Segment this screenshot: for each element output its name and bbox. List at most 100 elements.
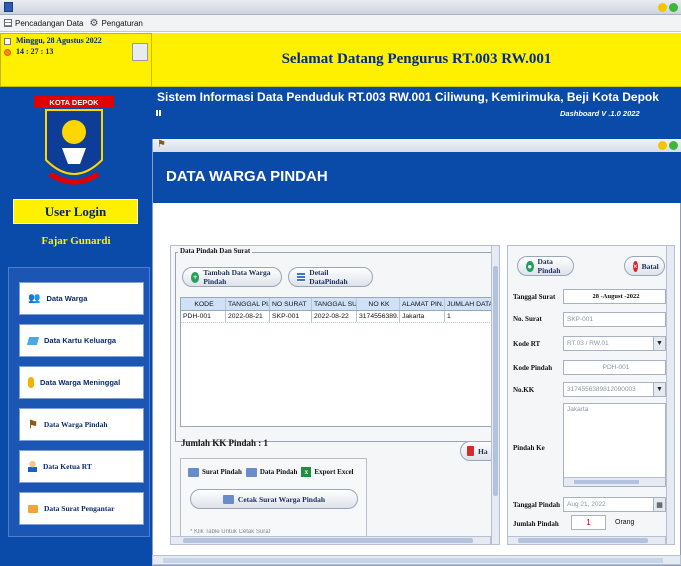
col-no-surat[interactable]: NO SURAT	[270, 298, 312, 310]
app-icon	[4, 2, 13, 12]
svg-text:KOTA DEPOK: KOTA DEPOK	[49, 98, 99, 107]
person-icon	[28, 377, 34, 388]
window-titlebar	[0, 0, 681, 15]
cell-no-surat: SKP-001	[270, 311, 312, 322]
label-tanggal-pindah: Tanggal Pindah	[513, 501, 561, 509]
nav-data-surat-pengantar[interactable]: Data Surat Pengantar	[19, 492, 144, 525]
tab-surat-pindah[interactable]: Surat Pindah	[188, 467, 242, 477]
cetak-surat-button[interactable]: Cetak Surat Warga Pindah	[190, 489, 358, 509]
col-tanggal-surat[interactable]: TANGGAL SU...	[312, 298, 357, 310]
gears-icon: ⚙	[89, 17, 99, 29]
clock-icon	[4, 49, 11, 56]
card-icon	[26, 336, 40, 345]
label-pindah-ke: Pindah Ke	[513, 444, 545, 452]
calendar-icon	[4, 38, 11, 45]
cell-kode: PDH-001	[181, 311, 226, 322]
add-pindah-button[interactable]: + Tambah Data Warga Pindah	[182, 267, 282, 287]
kode-rt-select[interactable]: RT.03 / RW.01 ▼	[563, 336, 666, 351]
tab-data-pindah[interactable]: Data Pindah	[245, 467, 297, 477]
menu-pencadangan[interactable]: Pencadangan Data	[4, 19, 84, 28]
plus-icon: +	[191, 271, 200, 283]
table-row[interactable]: PDH-001 2022-08-21 SKP-001 2022-08-22 31…	[181, 311, 492, 323]
textarea-hscroll[interactable]	[564, 477, 665, 486]
inner-maximize-button[interactable]	[669, 141, 678, 150]
count-label: Jumlah KK Pindah : 1	[181, 438, 269, 448]
city-logo: KOTA DEPOK	[10, 90, 138, 194]
printer-icon	[188, 467, 199, 477]
calendar-icon[interactable]: ▦	[653, 498, 665, 511]
left-horizontal-scrollbar[interactable]	[170, 536, 491, 545]
datetime-panel: Minggu, 28 Agustus 2022 14 : 27 : 13	[0, 33, 152, 87]
cell-tanggal-pindah: 2022-08-21	[226, 311, 270, 322]
col-tanggal-pindah[interactable]: TANGGAL PI...	[226, 298, 270, 310]
menu-pengaturan[interactable]: ⚙ Pengaturan	[90, 18, 143, 29]
col-kode[interactable]: KODE	[181, 298, 226, 310]
trash-icon	[467, 446, 474, 456]
welcome-banner: Selamat Datang Pengurus RT.003 RW.001	[152, 33, 681, 87]
circle-icon: ●	[526, 260, 534, 272]
label-tanggal-surat: Tanggal Surat	[513, 293, 556, 301]
maximize-button[interactable]	[669, 3, 678, 12]
cell-tanggal-surat: 2022-08-22	[312, 311, 357, 322]
close-icon: ×	[633, 260, 638, 272]
user-login-label: User Login	[13, 199, 138, 224]
time-text: 14 : 27 : 13	[16, 47, 54, 56]
col-jumlah-data[interactable]: JUMLAH DATA	[445, 298, 492, 310]
label-no-surat: No. Surat	[513, 315, 542, 323]
chevron-down-icon[interactable]: ▼	[653, 337, 665, 350]
inner-minimize-button[interactable]	[658, 141, 667, 150]
right-vertical-scrollbar[interactable]	[666, 245, 675, 545]
signpost-icon: ⚑	[28, 419, 38, 431]
label-no-kk: No.KK	[513, 386, 535, 394]
left-vertical-scrollbar[interactable]	[491, 245, 500, 545]
inner-titlebar: ⚑	[153, 139, 681, 152]
nav-data-kartu-keluarga[interactable]: Data Kartu Keluarga	[19, 324, 144, 357]
cell-jumlah-data: 1	[445, 311, 492, 322]
col-no-kk[interactable]: NO KK	[357, 298, 400, 310]
cell-alamat-pindah: Jakarta	[400, 311, 445, 322]
no-surat-field[interactable]: SKP-001	[563, 312, 666, 327]
minimize-button[interactable]	[658, 3, 667, 12]
edit-icon[interactable]	[132, 43, 148, 61]
group-title: Data Pindah Dan Surat	[178, 247, 253, 255]
tanggal-pindah-field[interactable]: Aug 21, 2022 ▦	[563, 497, 666, 512]
printer-icon	[245, 467, 257, 477]
nav-data-ketua-rt[interactable]: Data Ketua RT	[19, 450, 144, 483]
chevron-down-icon[interactable]: ▼	[653, 383, 665, 396]
kode-pindah-field[interactable]: PDH-001	[563, 360, 666, 375]
col-alamat-pindah[interactable]: ALAMAT PIN...	[400, 298, 445, 310]
date-text: Minggu, 28 Agustus 2022	[16, 36, 102, 45]
no-kk-select[interactable]: 3174556389812090003 ▼	[563, 382, 666, 397]
right-horizontal-scrollbar[interactable]	[507, 536, 666, 545]
nav-data-warga-pindah[interactable]: ⚑ Data Warga Pindah	[19, 408, 144, 441]
nav-data-warga-meninggal[interactable]: Data Warga Meninggal	[19, 366, 144, 399]
excel-icon: x	[301, 467, 312, 477]
signpost-icon: ⚑	[157, 139, 166, 150]
nav-data-warga[interactable]: 👥 Data Warga	[19, 282, 144, 315]
system-info-title: Sistem Informasi Data Penduduk RT.003 RW…	[157, 90, 659, 104]
nav-menu: 👥 Data Warga Data Kartu Keluarga Data Wa…	[8, 267, 150, 537]
people-icon: 👥	[28, 293, 41, 304]
footnote: * Klik Table Untuk Cetak Surat	[190, 529, 271, 535]
main-horizontal-scrollbar[interactable]	[152, 555, 681, 565]
detail-pindah-button[interactable]: Detail DataPindah	[288, 267, 373, 287]
table-header: KODE TANGGAL PI... NO SURAT TANGGAL SU..…	[181, 298, 492, 311]
orang-label: Orang	[615, 519, 635, 526]
printer-icon	[222, 494, 234, 504]
batal-button[interactable]: × Batal	[624, 256, 665, 276]
label-kode-pindah: Kode Pindah	[513, 364, 553, 372]
page-title: DATA WARGA PINDAH	[166, 168, 328, 185]
cell-no-kk: 3174556389...	[359, 311, 400, 322]
folder-icon	[28, 504, 38, 513]
label-kode-rt: Kode RT	[513, 340, 541, 348]
list-icon	[297, 272, 306, 282]
data-pindah-button[interactable]: ● Data Pindah	[517, 256, 574, 276]
jumlah-pindah-field[interactable]: 1	[571, 515, 606, 530]
pindah-ke-textarea[interactable]: Jakarta	[563, 403, 666, 487]
pindah-table[interactable]: KODE TANGGAL PI... NO SURAT TANGGAL SU..…	[180, 297, 493, 427]
tab-export-excel[interactable]: x Export Excel	[301, 467, 354, 477]
grid-icon	[156, 110, 162, 116]
version-label: Dashboard V .1.0 2022	[560, 109, 640, 118]
label-jumlah-pindah: Jumlah Pindah	[513, 520, 559, 528]
tanggal-surat-field[interactable]: 28 -August -2022	[563, 289, 666, 304]
